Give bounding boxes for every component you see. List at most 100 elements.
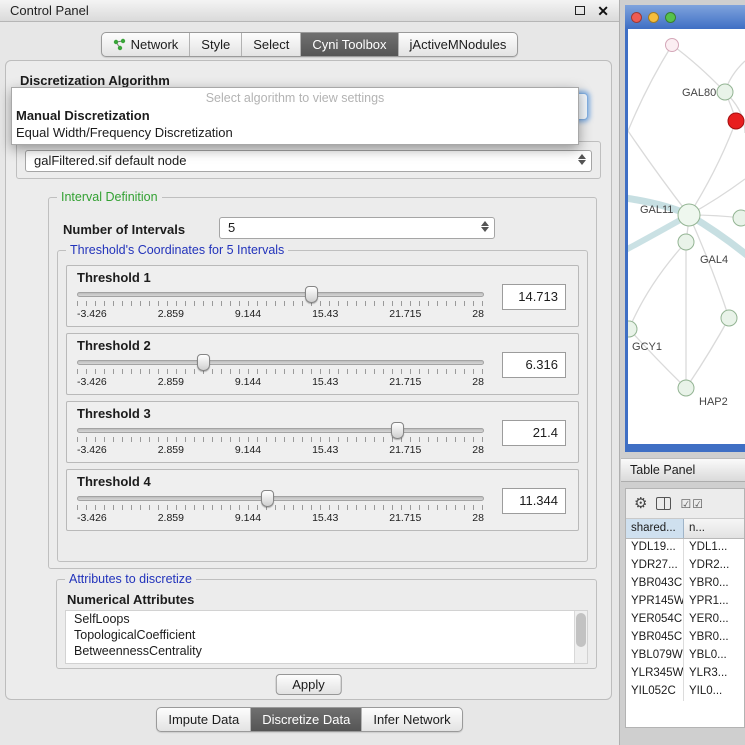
number-of-intervals-combobox[interactable]: 5 — [219, 217, 495, 239]
scale-tick-label: 28 — [472, 444, 484, 456]
tab-select[interactable]: Select — [242, 33, 301, 56]
tab-discretize-data[interactable]: Discretize Data — [251, 708, 362, 731]
algorithm-option-equal-width[interactable]: Equal Width/Frequency Discretization — [12, 124, 578, 141]
table-cell[interactable]: YLR345W — [626, 665, 684, 683]
scale-tick-label: 28 — [472, 512, 484, 524]
threshold-value-field[interactable]: 11.344 — [502, 488, 566, 514]
algorithm-option-manual[interactable]: Manual Discretization — [12, 107, 578, 124]
table-row[interactable]: YBL079W YBL0... — [626, 647, 744, 665]
table-row[interactable]: YPR145W YPR1... — [626, 593, 744, 611]
table-row[interactable]: YDL19... YDL1... — [626, 539, 744, 557]
table-row[interactable]: YER054C YER0... — [626, 611, 744, 629]
network-node[interactable] — [733, 210, 745, 226]
network-node-gal11[interactable] — [678, 204, 700, 226]
table-cell[interactable]: YBR0... — [684, 575, 744, 593]
tab-cyni-toolbox-label: Cyni Toolbox — [312, 37, 386, 52]
table-window: ⚙ ☑☑ shared... n... YDL19... YDL1... YDR… — [625, 488, 745, 728]
table-cell[interactable]: YLR3... — [684, 665, 744, 683]
network-node[interactable] — [666, 39, 679, 52]
network-node-gal4[interactable] — [678, 234, 694, 250]
list-item[interactable]: SelfLoops — [66, 611, 587, 627]
table-cell[interactable]: YER0... — [684, 611, 744, 629]
table-cell[interactable]: YDR2... — [684, 557, 744, 575]
list-item[interactable]: BetweennessCentrality — [66, 643, 587, 659]
apply-button[interactable]: Apply — [275, 674, 342, 695]
network-node-hap2[interactable] — [678, 380, 694, 396]
table-row[interactable]: YDR27... YDR2... — [626, 557, 744, 575]
zoom-traffic-light-icon[interactable] — [665, 12, 676, 23]
top-tab-group: Network Style Select Cyni Toolbox jActiv… — [101, 32, 519, 57]
network-node-gal80[interactable] — [717, 84, 733, 100]
slider-ticks — [77, 437, 484, 442]
close-traffic-light-icon[interactable] — [631, 12, 642, 23]
slider-thumb[interactable] — [261, 490, 274, 507]
network-node[interactable] — [721, 310, 737, 326]
table-cell[interactable]: YDL1... — [684, 539, 744, 557]
attributes-group: Attributes to discretize Numerical Attri… — [56, 579, 597, 669]
table-cell[interactable]: YBR043C — [626, 575, 684, 593]
scale-tick-label: 21.715 — [389, 512, 421, 524]
table-cell[interactable]: YBR0... — [684, 629, 744, 647]
tab-impute-data[interactable]: Impute Data — [157, 708, 251, 731]
algorithm-placeholder-option[interactable]: Select algorithm to view settings — [12, 88, 578, 107]
table-row[interactable]: YBR045C YBR0... — [626, 629, 744, 647]
list-scrollbar[interactable] — [574, 611, 587, 663]
columns-icon[interactable] — [656, 497, 671, 510]
float-window-icon[interactable] — [575, 6, 585, 15]
table-cell[interactable]: YPR145W — [626, 593, 684, 611]
number-of-intervals-label: Number of Intervals — [63, 222, 185, 237]
table-cell[interactable]: YIL052C — [626, 683, 684, 701]
table-cell[interactable]: YDR27... — [626, 557, 684, 575]
scrollbar-thumb[interactable] — [576, 613, 586, 647]
scale-tick-label: 2.859 — [158, 512, 184, 524]
tab-select-label: Select — [253, 37, 289, 52]
network-node-gcy1[interactable] — [628, 321, 637, 337]
network-node-selected-red[interactable] — [728, 113, 744, 129]
slider-thumb[interactable] — [391, 422, 404, 439]
table-cell[interactable]: YIL0... — [684, 683, 744, 701]
table-cell[interactable]: YBL079W — [626, 647, 684, 665]
threshold-value-field[interactable]: 21.4 — [502, 420, 566, 446]
table-cell[interactable]: YBR045C — [626, 629, 684, 647]
table-cell[interactable]: YBL0... — [684, 647, 744, 665]
table-cell[interactable]: YDL19... — [626, 539, 684, 557]
tab-network[interactable]: Network — [102, 33, 191, 56]
tab-jactivemnodules[interactable]: jActiveMNodules — [399, 33, 518, 56]
tab-style[interactable]: Style — [190, 33, 242, 56]
slider-thumb[interactable] — [197, 354, 210, 371]
slider-track[interactable] — [77, 496, 484, 501]
slider-thumb[interactable] — [305, 286, 318, 303]
column-header-name[interactable]: n... — [684, 519, 744, 538]
gear-icon[interactable]: ⚙ — [634, 496, 647, 511]
threshold-slider: -3.426 2.859 9.144 15.43 21.715 28 — [77, 292, 484, 320]
network-canvas[interactable]: GAL80 GAL11 GAL4 GCY1 HAP2 — [628, 29, 745, 444]
numerical-attributes-label: Numerical Attributes — [67, 592, 194, 607]
table-data-combobox[interactable]: galFiltered.sif default node — [25, 150, 592, 172]
threshold-value-field[interactable]: 14.713 — [502, 284, 566, 310]
table-header-row: shared... n... — [626, 519, 744, 539]
close-icon[interactable]: ✕ — [597, 4, 609, 18]
list-item[interactable]: TopologicalCoefficient — [66, 627, 587, 643]
table-row[interactable]: YBR043C YBR0... — [626, 575, 744, 593]
table-cell[interactable]: YER054C — [626, 611, 684, 629]
table-row[interactable]: YLR345W YLR3... — [626, 665, 744, 683]
spinner-arrows-icon — [479, 221, 490, 232]
scale-tick-label: 21.715 — [389, 444, 421, 456]
select-columns-icon[interactable]: ☑☑ — [680, 498, 704, 510]
slider-track[interactable] — [77, 428, 484, 433]
interval-definition-group-label: Interval Definition — [57, 190, 162, 204]
network-titlebar — [625, 5, 745, 29]
tab-infer-network[interactable]: Infer Network — [362, 708, 461, 731]
scale-tick-label: 9.144 — [235, 376, 261, 388]
column-header-shared[interactable]: shared... — [626, 519, 684, 538]
minimize-traffic-light-icon[interactable] — [648, 12, 659, 23]
tab-discretize-data-label: Discretize Data — [262, 712, 350, 727]
table-row[interactable]: YIL052C YIL0... — [626, 683, 744, 701]
slider-track[interactable] — [77, 360, 484, 365]
slider-track[interactable] — [77, 292, 484, 297]
threshold-value-field[interactable]: 6.316 — [502, 352, 566, 378]
tab-cyni-toolbox[interactable]: Cyni Toolbox — [301, 33, 398, 56]
table-body: YDL19... YDL1... YDR27... YDR2... YBR043… — [626, 539, 744, 727]
slider-scale: -3.426 2.859 9.144 15.43 21.715 28 — [77, 308, 484, 320]
table-cell[interactable]: YPR1... — [684, 593, 744, 611]
